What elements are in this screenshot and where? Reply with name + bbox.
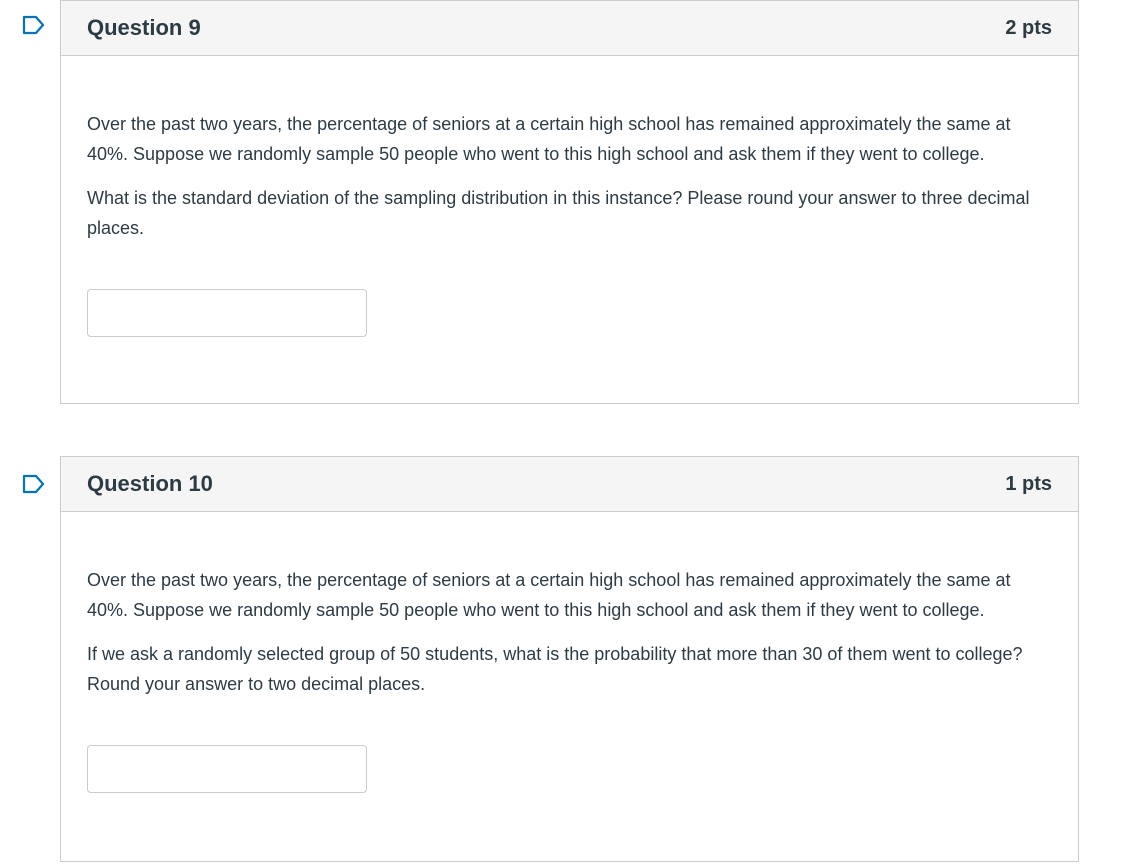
question-card: Question 10 1 pts Over the past two year…	[60, 456, 1079, 862]
question-title: Question 10	[87, 471, 213, 496]
question-header: Question 10 1 pts	[61, 457, 1078, 512]
flag-question-icon[interactable]	[22, 474, 46, 494]
answer-input[interactable]	[87, 289, 367, 337]
question-text: Over the past two years, the percentage …	[87, 114, 1011, 164]
flag-question-icon[interactable]	[22, 15, 46, 35]
question-card: Question 9 2 pts Over the past two years…	[60, 0, 1079, 404]
answer-input[interactable]	[87, 745, 367, 793]
question-points: 2 pts	[1005, 16, 1052, 39]
question-text: Over the past two years, the percentage …	[87, 570, 1011, 620]
question-body: Over the past two years, the percentage …	[61, 512, 1078, 793]
question-header: Question 9 2 pts	[61, 1, 1078, 56]
question-points: 1 pts	[1005, 472, 1052, 495]
question-prompt: If we ask a randomly selected group of 5…	[87, 644, 1023, 694]
question-prompt: What is the standard deviation of the sa…	[87, 188, 1030, 238]
question-title: Question 9	[87, 15, 201, 40]
question-body: Over the past two years, the percentage …	[61, 56, 1078, 337]
